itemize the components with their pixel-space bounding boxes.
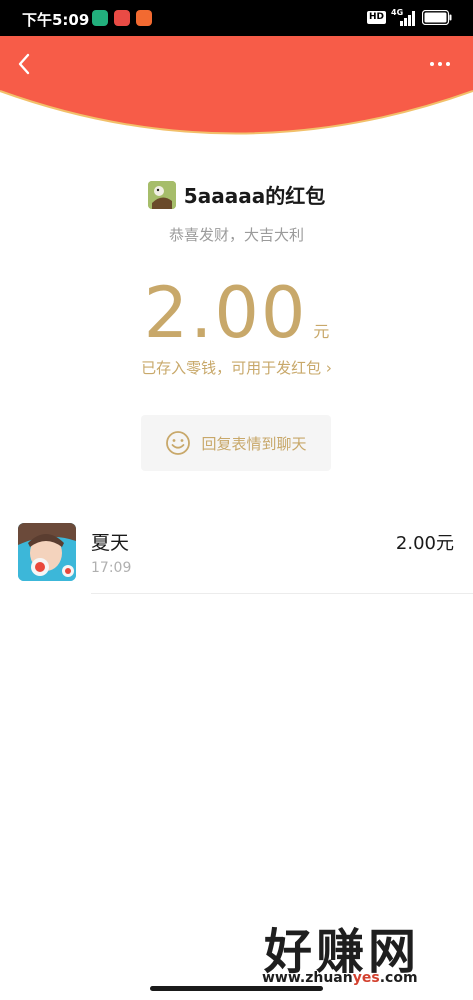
- avatar-image: [18, 523, 76, 581]
- sender-avatar[interactable]: [147, 180, 176, 209]
- receiver-avatar[interactable]: [18, 523, 76, 581]
- more-dots-icon: [430, 62, 434, 66]
- red-envelope-header: [0, 36, 473, 146]
- status-bar: 下午5:09 HD 4G: [0, 0, 473, 36]
- list-divider: [91, 593, 473, 594]
- app-notification-icon: [92, 10, 108, 26]
- back-button[interactable]: [8, 48, 40, 80]
- signal-icon: [400, 11, 415, 26]
- amount-display: 2.00 元: [0, 272, 473, 354]
- avatar-image: [147, 180, 176, 209]
- chevron-left-icon: [18, 53, 30, 75]
- smile-icon: [166, 431, 191, 455]
- receiver-time: 17:09: [91, 560, 132, 576]
- battery-icon: [422, 10, 452, 25]
- more-dots-icon: [438, 62, 442, 66]
- receiver-name: 夏天: [91, 532, 130, 554]
- more-button[interactable]: [422, 50, 458, 78]
- receiver-amount: 2.00元: [395, 533, 454, 554]
- watermark-url: www.zhuanyes.com: [262, 970, 418, 986]
- sender-name: 5aaaaa的红包: [183, 184, 326, 208]
- more-dots-icon: [446, 62, 450, 66]
- amount-unit: 元: [313, 322, 330, 341]
- receiver-list-item[interactable]: 夏天 17:09 2.00元: [0, 520, 473, 594]
- amount-value: 2.00: [143, 272, 308, 354]
- watermark: 好赚网 www.zhuanyes.com: [262, 912, 462, 992]
- header-arc: [0, 36, 473, 135]
- reply-label: 回复表情到聊天: [201, 434, 307, 453]
- blessing-text: 恭喜发财，大吉大利: [168, 226, 304, 244]
- sender-row: 5aaaaa的红包: [0, 180, 473, 209]
- app-notification-icon: [136, 10, 152, 26]
- reply-sticker-button[interactable]: 回复表情到聊天: [141, 415, 331, 471]
- home-indicator[interactable]: [150, 986, 323, 991]
- app-notification-icon: [114, 10, 130, 26]
- status-time: 下午5:09: [22, 11, 90, 29]
- deposit-note-link[interactable]: 已存入零钱，可用于发红包 ›: [0, 357, 473, 378]
- hd-badge: HD: [367, 11, 387, 24]
